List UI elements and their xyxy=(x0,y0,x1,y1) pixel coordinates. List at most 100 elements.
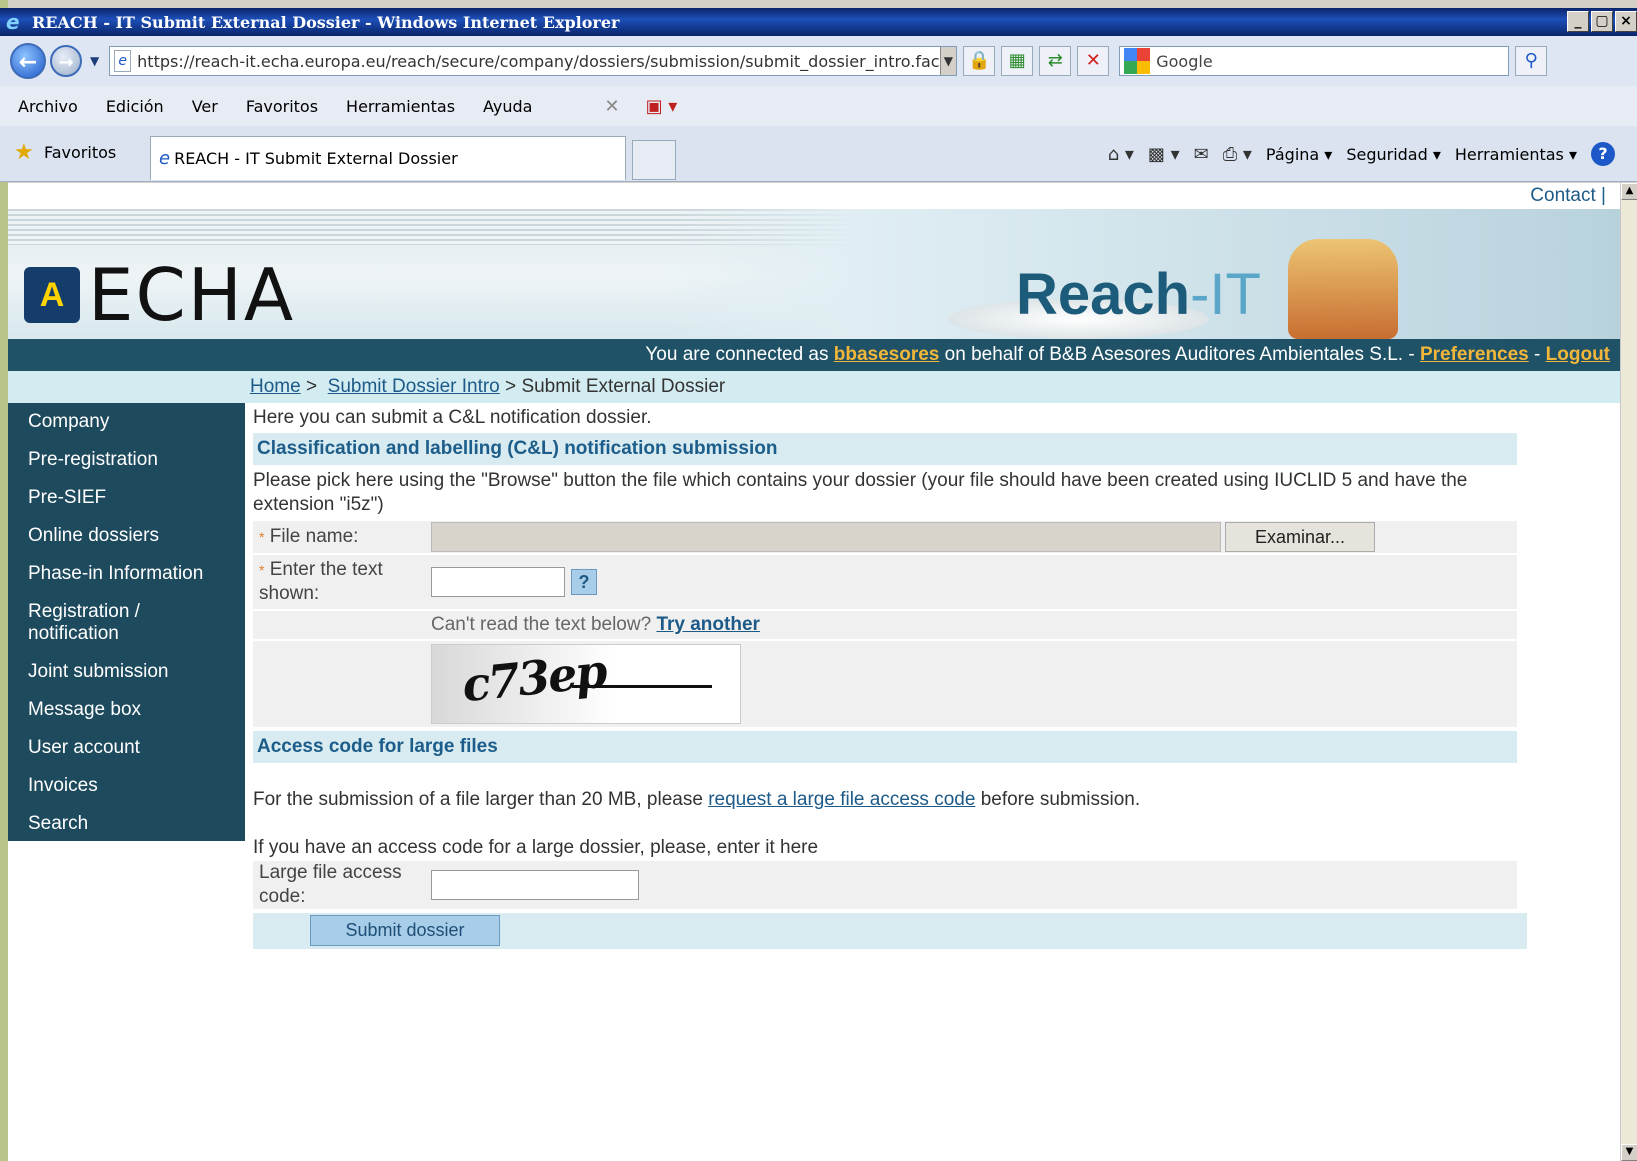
user-prefix: You are connected as xyxy=(645,344,829,365)
menu-ver[interactable]: Ver xyxy=(176,97,230,116)
file-name-label: * File name: xyxy=(253,521,431,553)
history-dropdown-icon[interactable]: ▼ xyxy=(90,54,99,68)
print-icon[interactable]: ⎙ ▾ xyxy=(1223,144,1252,165)
tab-ie-icon: e xyxy=(159,148,171,169)
sidebar-item-pre-registration[interactable]: Pre-registration xyxy=(8,441,245,479)
site-banner: A ECHA Reach-IT xyxy=(8,209,1620,339)
access-code-label: Large file access code: xyxy=(259,862,402,907)
address-url[interactable]: https://reach-it.echa.europa.eu/reach/se… xyxy=(137,52,939,71)
ie-logo-icon: e xyxy=(6,10,20,34)
help-icon[interactable]: ? xyxy=(1591,142,1615,166)
sidebar-item-joint-submission[interactable]: Joint submission xyxy=(8,653,245,691)
echa-logo-text: ECHA xyxy=(88,253,296,337)
try-another-link[interactable]: Try another xyxy=(656,614,759,636)
stop-icon[interactable]: ✕ xyxy=(1077,46,1110,76)
intro-text: Here you can submit a C&L notification d… xyxy=(253,407,652,428)
reach-it-logo: Reach-IT xyxy=(1016,261,1261,328)
logout-link[interactable]: Logout xyxy=(1546,344,1610,365)
file-name-row: * File name: Examinar... xyxy=(253,521,1517,555)
file-name-label-text: File name: xyxy=(269,526,359,547)
scroll-up-icon[interactable]: ▲ xyxy=(1621,183,1637,200)
sidebar-item-pre-sief[interactable]: Pre-SIEF xyxy=(8,479,245,517)
pdf-icon[interactable]: ▣ ▾ xyxy=(646,96,678,117)
menu-edicion[interactable]: Edición xyxy=(90,97,176,116)
captcha-help-button[interactable]: ? xyxy=(571,569,597,595)
restore-button[interactable]: ▢ xyxy=(1591,11,1613,32)
required-icon: * xyxy=(259,562,265,578)
reach-it-suffix: -IT xyxy=(1190,262,1261,327)
breadcrumb-home[interactable]: Home xyxy=(250,376,301,397)
submit-dossier-button[interactable]: Submit dossier xyxy=(310,915,500,946)
preferences-link[interactable]: Preferences xyxy=(1420,344,1529,365)
sidebar-item-invoices[interactable]: Invoices xyxy=(8,767,245,805)
address-bar[interactable]: e https://reach-it.echa.europa.eu/reach/… xyxy=(109,46,958,76)
refresh-icon[interactable]: ⇄ xyxy=(1039,46,1072,76)
page-menu[interactable]: Página ▾ xyxy=(1266,145,1332,164)
instructions-text: Please pick here using the "Browse" butt… xyxy=(253,470,1468,515)
compatibility-view-icon[interactable]: ▦ xyxy=(1001,46,1034,76)
captcha-hint-row: Can't read the text below? Try another xyxy=(253,611,1517,641)
mail-icon[interactable]: ✉ xyxy=(1194,144,1209,165)
user-middle: on behalf of B&B Asesores Auditores Ambi… xyxy=(944,344,1415,365)
main-content: Here you can submit a C&L notification d… xyxy=(253,403,1527,949)
menu-ayuda[interactable]: Ayuda xyxy=(467,97,544,116)
address-dropdown-icon[interactable]: ▼ xyxy=(939,47,957,75)
large-file-after: before submission. xyxy=(980,789,1141,810)
captcha-label-text: Enter the text shown: xyxy=(259,559,383,604)
google-icon xyxy=(1124,48,1151,74)
star-icon[interactable]: ★ xyxy=(14,140,34,165)
favorites-bar: ★ Favoritos e REACH - IT Submit External… xyxy=(0,126,1637,182)
home-icon[interactable]: ⌂ ▾ xyxy=(1108,144,1134,165)
reach-it-main: Reach xyxy=(1016,262,1191,327)
menu-archivo[interactable]: Archivo xyxy=(0,97,90,116)
menu-herramientas[interactable]: Herramientas xyxy=(330,97,467,116)
sidebar-item-search[interactable]: Search xyxy=(8,805,245,843)
captcha-image-row: c73ep xyxy=(253,641,1517,729)
captcha-image: c73ep xyxy=(431,644,741,724)
echa-logo[interactable]: A ECHA xyxy=(24,253,295,337)
file-name-input[interactable] xyxy=(431,522,1221,552)
tools-menu[interactable]: Herramientas ▾ xyxy=(1455,145,1577,164)
web-page: Contact | A ECHA Reach-IT You are connec… xyxy=(8,183,1620,1161)
contact-link[interactable]: Contact xyxy=(1530,185,1595,206)
captcha-row: * Enter the text shown: ? xyxy=(253,555,1517,611)
search-icon[interactable]: ⚲ xyxy=(1515,46,1548,76)
minimize-button[interactable]: _ xyxy=(1567,11,1589,32)
sidebar-item-online-dossiers[interactable]: Online dossiers xyxy=(8,517,245,555)
close-toolbar-icon[interactable]: ✕ xyxy=(604,96,619,117)
sidebar-item-company[interactable]: Company xyxy=(8,403,245,441)
feeds-icon[interactable]: ▩ ▾ xyxy=(1148,144,1180,165)
captcha-input[interactable] xyxy=(431,567,565,597)
new-tab-button[interactable] xyxy=(632,140,676,180)
search-placeholder[interactable]: Google xyxy=(1156,52,1212,71)
echa-emblem-icon: A xyxy=(24,267,80,323)
scroll-down-icon[interactable]: ▼ xyxy=(1621,1144,1637,1161)
sidebar-nav: Company Pre-registration Pre-SIEF Online… xyxy=(8,403,245,841)
sidebar-item-registration[interactable]: Registration / notification xyxy=(8,593,158,653)
browser-tab[interactable]: e REACH - IT Submit External Dossier xyxy=(150,136,626,180)
menu-favoritos[interactable]: Favoritos xyxy=(230,97,330,116)
access-code-row: Large file access code: xyxy=(253,861,1517,911)
flask-image xyxy=(1288,239,1398,339)
close-button[interactable]: × xyxy=(1615,11,1637,32)
sidebar-item-message-box[interactable]: Message box xyxy=(8,691,245,729)
username-link[interactable]: bbasesores xyxy=(834,344,940,365)
browse-button[interactable]: Examinar... xyxy=(1225,522,1375,552)
captcha-label: * Enter the text shown: xyxy=(253,554,431,610)
large-file-before: For the submission of a file larger than… xyxy=(253,789,703,810)
vertical-scrollbar[interactable]: ▲ ▼ xyxy=(1620,183,1637,1161)
access-code-input[interactable] xyxy=(431,870,639,900)
back-button[interactable]: ← xyxy=(10,43,46,79)
favorites-button[interactable]: Favoritos xyxy=(44,143,116,162)
required-icon: * xyxy=(259,529,265,545)
breadcrumb-submit-intro[interactable]: Submit Dossier Intro xyxy=(328,376,500,397)
security-menu[interactable]: Seguridad ▾ xyxy=(1346,145,1441,164)
sidebar-item-phase-in[interactable]: Phase-in Information xyxy=(8,555,245,593)
tools-menu-label: Herramientas xyxy=(1454,144,1564,164)
lock-icon[interactable]: 🔒 xyxy=(963,46,996,76)
sidebar-item-user-account[interactable]: User account xyxy=(8,729,245,767)
search-box[interactable]: Google xyxy=(1119,46,1510,76)
request-access-code-link[interactable]: request a large file access code xyxy=(708,789,975,810)
captcha-hint: Can't read the text below? xyxy=(431,614,652,635)
forward-button[interactable]: → xyxy=(50,45,82,77)
